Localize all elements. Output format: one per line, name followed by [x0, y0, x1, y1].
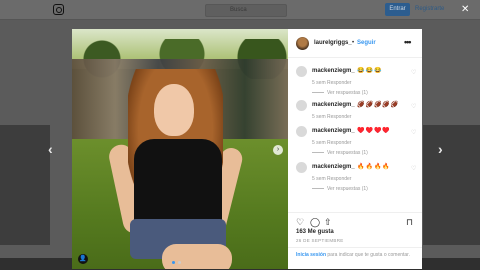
- commenter-avatar[interactable]: [296, 162, 307, 173]
- comment-item: mackenziegm_ 😂😂😂 5 sem Responder ♡ Ver r…: [288, 64, 422, 100]
- like-heart-icon[interactable]: ♡: [296, 217, 304, 228]
- comment-text: 🔥🔥🔥🔥: [357, 164, 391, 170]
- signup-link[interactable]: Registrarte: [415, 3, 445, 16]
- photo-person-face: [154, 84, 194, 136]
- carousel-dots: [172, 261, 181, 264]
- previous-post-arrow-icon[interactable]: ‹: [48, 142, 53, 156]
- post-side-panel: laurelgriggs_ • Seguir ••• mackenziegm_ …: [288, 29, 422, 269]
- login-link[interactable]: Inicia sesión: [296, 252, 326, 258]
- view-replies-link[interactable]: Ver respuestas (1): [312, 90, 368, 96]
- comment-like-icon[interactable]: ♡: [411, 165, 416, 172]
- comment-time[interactable]: 5 sem: [312, 114, 326, 120]
- comment-text: ♥️♥️♥️♥️: [357, 128, 391, 134]
- carousel-next-icon[interactable]: ›: [273, 145, 283, 155]
- view-replies-link[interactable]: Ver respuestas (1): [312, 186, 368, 192]
- next-post-arrow-icon[interactable]: ›: [438, 142, 443, 156]
- photo-person-legs: [162, 244, 232, 269]
- reply-button[interactable]: Responder: [327, 176, 351, 182]
- comment-time[interactable]: 5 sem: [312, 140, 326, 146]
- carousel-dot-active: [172, 261, 175, 264]
- more-options-icon[interactable]: •••: [404, 37, 412, 47]
- instagram-logo-icon[interactable]: [53, 4, 64, 15]
- reply-button[interactable]: Responder: [327, 114, 351, 120]
- commenter-avatar[interactable]: [296, 66, 307, 77]
- carousel-dot: [178, 261, 181, 264]
- author-username[interactable]: laurelgriggs_: [314, 40, 352, 46]
- author-avatar[interactable]: [296, 37, 309, 50]
- comment-icon[interactable]: ◯: [310, 217, 320, 228]
- commenter-avatar[interactable]: [296, 126, 307, 137]
- top-navigation-bar: Busca Entrar Registrarte: [0, 0, 480, 20]
- comment-time[interactable]: 5 sem: [312, 80, 326, 86]
- reply-button[interactable]: Responder: [327, 80, 351, 86]
- header-separator: •: [352, 40, 355, 46]
- post-date: 26 DE SEPTIEMBRE: [296, 238, 344, 243]
- post-photo[interactable]: 👤 ›: [72, 29, 288, 269]
- commenter-username[interactable]: mackenziegm_: [312, 128, 355, 134]
- view-replies-link[interactable]: Ver respuestas (1): [312, 150, 368, 156]
- comment-like-icon[interactable]: ♡: [411, 129, 416, 136]
- follow-button[interactable]: Seguir: [357, 40, 376, 46]
- comment-time[interactable]: 5 sem: [312, 176, 326, 182]
- comments-list: mackenziegm_ 😂😂😂 5 sem Responder ♡ Ver r…: [288, 64, 422, 212]
- commenter-avatar[interactable]: [296, 100, 307, 111]
- post-actions-bar: ♡ ◯ ⇧ ⊓: [288, 212, 422, 240]
- share-icon[interactable]: ⇧: [324, 217, 332, 228]
- commenter-username[interactable]: mackenziegm_: [312, 102, 355, 108]
- comment-text: 😂😂😂: [357, 68, 383, 74]
- background-post-thumbnail: [423, 125, 480, 245]
- comment-item: mackenziegm_ ♥️♥️♥️♥️ 5 sem Responder ♡ …: [288, 124, 422, 160]
- post-header: laurelgriggs_ • Seguir •••: [288, 29, 422, 58]
- comment-text: 🏈🏈🏈🏈🏈: [357, 102, 400, 108]
- comment-like-icon[interactable]: ♡: [411, 103, 416, 110]
- tagged-user-icon[interactable]: 👤: [78, 254, 88, 264]
- login-button[interactable]: Entrar: [385, 3, 410, 16]
- reply-button[interactable]: Responder: [327, 140, 351, 146]
- close-icon[interactable]: ✕: [461, 4, 469, 15]
- post-modal: 👤 › laurelgriggs_ • Seguir ••• mackenzie…: [72, 29, 422, 269]
- search-input[interactable]: Busca: [205, 4, 287, 17]
- commenter-username[interactable]: mackenziegm_: [312, 68, 355, 74]
- commenter-username[interactable]: mackenziegm_: [312, 164, 355, 170]
- comment-item: mackenziegm_ 🔥🔥🔥🔥 5 sem Responder ♡ Ver …: [288, 160, 422, 196]
- login-prompt-text: para indicar que te gusta o comentar.: [326, 252, 410, 258]
- comment-like-icon[interactable]: ♡: [411, 69, 416, 76]
- background-post-thumbnail: [0, 125, 50, 245]
- bookmark-icon[interactable]: ⊓: [406, 217, 413, 228]
- login-prompt: Inicia sesión para indicar que te gusta …: [288, 247, 422, 269]
- likes-count[interactable]: 163 Me gusta: [296, 229, 334, 235]
